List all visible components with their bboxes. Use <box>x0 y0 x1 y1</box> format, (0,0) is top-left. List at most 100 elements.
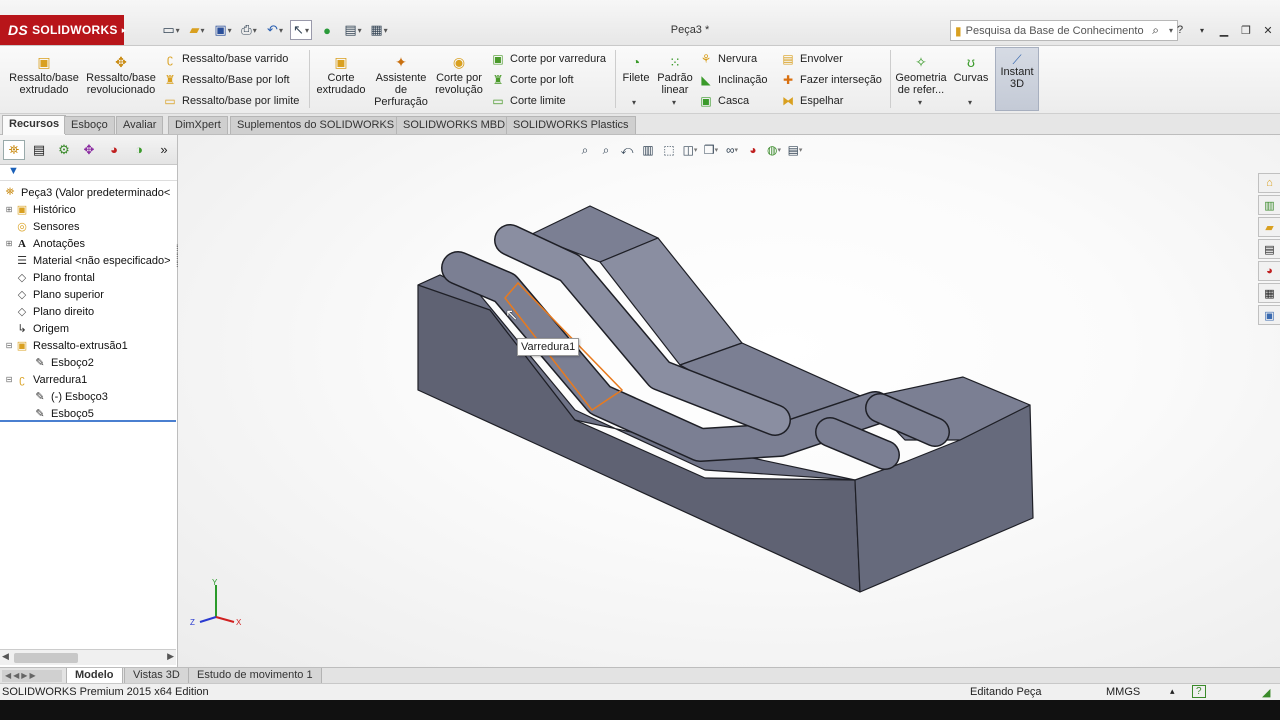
cam-tab-icon[interactable]: ◑ <box>128 140 150 160</box>
tree-item[interactable]: ✎ Esboço2 <box>22 354 93 371</box>
save-icon[interactable]: ▣ <box>212 20 234 40</box>
undo-icon[interactable]: ↶ <box>264 20 286 40</box>
tab-esboco[interactable]: Esboço <box>64 116 115 134</box>
tab-solidworks-plastics[interactable]: SOLIDWORKS Plastics <box>506 116 636 134</box>
tree-filter[interactable]: ▼ <box>0 165 177 181</box>
file-properties-icon[interactable]: ▤ <box>342 20 364 40</box>
instant3d-button[interactable]: ⟋ Instant 3D <box>995 47 1039 111</box>
tab-estudo-movimento[interactable]: Estudo de movimento 1 <box>188 668 322 684</box>
filter-icon[interactable]: ▼ <box>8 165 19 177</box>
tab-solidworks-mbd[interactable]: SOLIDWORKS MBD <box>396 116 513 134</box>
feature-manager-tab-icon[interactable]: ⛯ <box>3 139 25 160</box>
minimize-icon[interactable]: ▁ <box>1216 22 1232 38</box>
horizontal-scrollbar[interactable]: ◀ ▶ <box>0 649 176 665</box>
open-folder-icon[interactable]: ▰ <box>186 20 208 40</box>
units-text[interactable]: MMGS <box>1106 686 1140 698</box>
close-icon[interactable]: ✕ <box>1260 22 1276 38</box>
dimxpert-manager-tab-icon[interactable]: ✥ <box>78 140 100 160</box>
custom-properties-icon[interactable]: ▦ <box>1258 283 1280 303</box>
property-manager-tab-icon[interactable]: ▤ <box>28 140 50 160</box>
tab-scroll-arrows[interactable]: ◀◀▶▶ <box>2 670 62 682</box>
chevron-down-icon[interactable]: ▾ <box>1194 22 1210 38</box>
scroll-thumb[interactable] <box>14 653 78 663</box>
reference-geometry-button[interactable]: ✧ Geometria de refer... <box>894 50 948 96</box>
resize-grip-icon[interactable]: ◢ <box>1262 686 1270 699</box>
new-document-icon[interactable]: ▭ <box>160 20 182 40</box>
options-icon[interactable]: ▦ <box>368 20 390 40</box>
draft-button[interactable]: ◣ Inclinação <box>698 71 767 89</box>
tree-item[interactable]: ⊞ A Anotações <box>4 235 85 252</box>
configuration-manager-tab-icon[interactable]: ⚙ <box>53 140 75 160</box>
intersect-button[interactable]: ✚ Fazer interseção <box>780 71 882 89</box>
tab-dimxpert[interactable]: DimXpert <box>168 116 228 134</box>
graphics-area[interactable]: ⌕ ⌕ ⤺ ▥ ⬚ ◫ ❒ ∞ ◕ ◍ ▤ ⌂ ▥ ▰ ▤ ◕ ▦ ▣ ↖ Va… <box>178 135 1280 667</box>
swept-cut-button[interactable]: ▣ Corte por varredura <box>490 50 606 68</box>
tree-item[interactable]: ✎ Esboço5 <box>22 405 93 422</box>
design-library-icon[interactable]: ▥ <box>1258 195 1280 215</box>
chevron-up-icon[interactable]: ▴ <box>1170 686 1175 697</box>
expand-toggle-icon[interactable]: ⊞ <box>4 239 14 248</box>
tab-suplementos[interactable]: Suplementos do SOLIDWORKS <box>230 116 402 134</box>
part-model[interactable] <box>178 135 1280 667</box>
boundary-cut-button[interactable]: ▭ Corte limite <box>490 92 565 110</box>
linear-pattern-button[interactable]: ⁙ Padrão linear <box>656 50 694 96</box>
rib-button[interactable]: ⚘ Nervura <box>698 50 758 68</box>
tree-item[interactable]: ⊞ ▣ Histórico <box>4 201 76 218</box>
revolved-boss-button[interactable]: ✥ Ressalto/base revolucionado <box>84 50 158 96</box>
fillet-button[interactable]: ◔ Filete <box>620 50 652 84</box>
restore-icon[interactable]: ❐ <box>1238 22 1254 38</box>
extrude-feature-icon: ▣ <box>16 340 28 352</box>
help-icon[interactable]: ? <box>1192 685 1206 698</box>
solidworks-menu-button[interactable]: DS SOLIDWORKS ▸ <box>0 15 126 45</box>
swept-boss-button[interactable]: ʗ Ressalto/base varrido <box>162 50 288 68</box>
chevron-down-icon[interactable]: ▾ <box>968 98 972 107</box>
tab-vistas-3d[interactable]: Vistas 3D <box>124 668 189 684</box>
tree-item[interactable]: ◇ Plano frontal <box>4 269 95 286</box>
tree-item[interactable]: ⊟ ʗ Varredura1 <box>4 371 88 388</box>
file-explorer-icon[interactable]: ▰ <box>1258 217 1280 237</box>
boundary-boss-button[interactable]: ▭ Ressalto/base por limite <box>162 92 299 110</box>
tab-modelo[interactable]: Modelo <box>66 668 123 684</box>
wrap-button[interactable]: ▤ Envolver <box>780 50 842 68</box>
rebuild-traffic-light-icon[interactable]: ● <box>316 20 338 40</box>
hole-wizard-button[interactable]: ✦ Assistente de Perfuração <box>372 50 430 108</box>
revolved-cut-button[interactable]: ◉ Corte por revolução <box>432 50 486 96</box>
tab-avaliar[interactable]: Avaliar <box>116 116 164 134</box>
mirror-button[interactable]: ⧓ Espelhar <box>780 92 843 110</box>
knowledge-base-search[interactable]: ▮ Pesquisa da Base de Conhecimento ⌕ ▾ <box>950 20 1178 41</box>
tree-item[interactable]: ⛯ Peça3 (Valor predeterminado< <box>2 184 171 201</box>
solidworks-resources-icon[interactable]: ⌂ <box>1258 173 1280 193</box>
shell-button[interactable]: ▣ Casca <box>698 92 749 110</box>
extruded-boss-button[interactable]: ▣ Ressalto/base extrudado <box>6 50 82 96</box>
print-icon[interactable]: ⎙ <box>238 20 260 40</box>
forum-icon[interactable]: ▣ <box>1258 305 1280 325</box>
tree-item[interactable]: ⊟ ▣ Ressalto-extrusão1 <box>4 337 128 354</box>
search-icon[interactable]: ⌕ <box>1152 23 1159 38</box>
tree-item[interactable]: ◎ Sensores <box>4 218 79 235</box>
display-manager-tab-icon[interactable]: ◕ <box>103 140 125 160</box>
curves-button[interactable]: ʊ Curvas <box>952 50 990 84</box>
appearances-icon[interactable]: ◕ <box>1258 261 1280 281</box>
tab-recursos[interactable]: Recursos <box>2 115 67 135</box>
extruded-cut-button[interactable]: ▣ Corte extrudado <box>314 50 368 96</box>
tree-item[interactable]: ↳ Origem <box>4 320 69 337</box>
expand-toggle-icon[interactable]: ⊞ <box>4 205 14 214</box>
chevron-down-icon[interactable]: ▾ <box>672 98 676 107</box>
scroll-right-icon[interactable]: ▶ <box>167 651 174 662</box>
expand-tabs-icon[interactable]: » <box>153 140 175 160</box>
view-palette-icon[interactable]: ▤ <box>1258 239 1280 259</box>
chevron-down-icon[interactable]: ▾ <box>632 98 636 107</box>
expand-toggle-icon[interactable]: ⊟ <box>4 375 14 384</box>
tree-item[interactable]: ◇ Plano superior <box>4 286 104 303</box>
tree-item[interactable]: ✎ (-) Esboço3 <box>22 388 107 405</box>
scroll-left-icon[interactable]: ◀ <box>2 651 9 662</box>
expand-toggle-icon[interactable]: ⊟ <box>4 341 14 350</box>
help-icon[interactable]: ? <box>1172 22 1188 38</box>
revolved-cut-icon: ◉ <box>452 54 466 70</box>
lofted-boss-button[interactable]: ♜ Ressalto/Base por loft <box>162 71 290 89</box>
lofted-cut-button[interactable]: ♜ Corte por loft <box>490 71 574 89</box>
tree-item[interactable]: ☰ Material <não especificado> <box>4 252 171 269</box>
tree-item[interactable]: ◇ Plano direito <box>4 303 94 320</box>
select-pointer-icon[interactable]: ↖ <box>290 20 312 40</box>
chevron-down-icon[interactable]: ▾ <box>918 98 922 107</box>
